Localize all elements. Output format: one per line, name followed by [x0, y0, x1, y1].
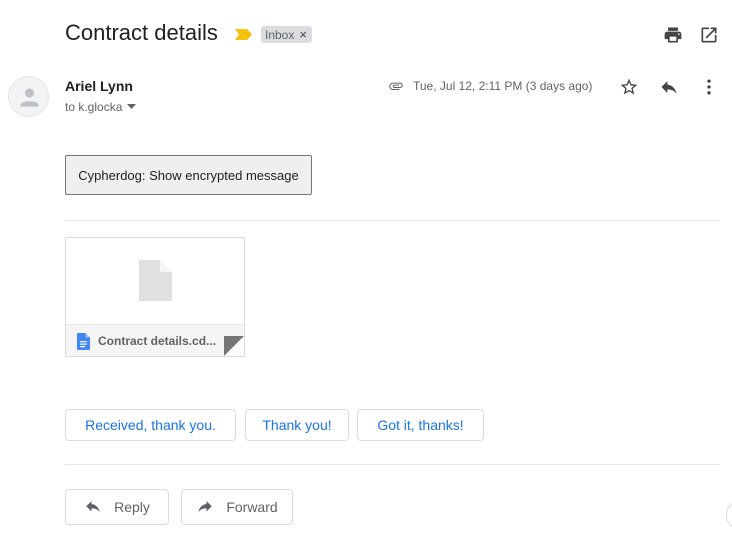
paperclip-icon	[389, 82, 403, 90]
email-date: Tue, Jul 12, 2:11 PM (3 days ago)	[413, 79, 593, 93]
smart-reply-got-it[interactable]: Got it, thanks!	[357, 409, 484, 441]
forward-button[interactable]: Forward	[181, 489, 293, 525]
open-in-new-window-icon	[701, 27, 717, 43]
importance-marker-icon[interactable]	[235, 29, 252, 40]
page-fold-icon	[224, 336, 244, 356]
star-icon	[620, 78, 638, 95]
attachment-file-name: Contract details.cd...	[98, 334, 217, 348]
recipient-line: to k.glocka	[65, 100, 137, 114]
label-chip-text: Inbox	[265, 27, 295, 42]
reply-icon	[661, 81, 677, 94]
show-encrypted-message-button[interactable]: Cypherdog: Show encrypted message	[65, 155, 312, 195]
open-in-new-window-button[interactable]	[697, 23, 721, 47]
reply-icon	[86, 501, 100, 513]
smart-reply-received[interactable]: Received, thank you.	[65, 409, 236, 441]
reply-icon-button[interactable]	[657, 75, 681, 99]
email-subject: Contract details	[65, 20, 218, 45]
forward-button-label: Forward	[226, 499, 278, 515]
reply-button[interactable]: Reply	[65, 489, 169, 525]
label-chip-inbox: Inbox ×	[261, 26, 312, 43]
more-options-button[interactable]	[697, 75, 721, 99]
attachment-card[interactable]: Contract details.cd...	[65, 237, 245, 357]
caret-down-icon[interactable]	[127, 104, 137, 110]
sender-name[interactable]: Ariel Lynn	[65, 78, 133, 94]
print-button[interactable]	[661, 23, 685, 47]
reply-button-label: Reply	[114, 499, 150, 515]
print-icon	[664, 27, 682, 43]
attachment-footer: Contract details.cd...	[66, 324, 244, 356]
avatar[interactable]	[8, 76, 49, 117]
divider	[65, 464, 720, 465]
doc-icon	[77, 333, 90, 350]
file-icon	[139, 260, 172, 301]
side-panel-toggle[interactable]	[726, 500, 732, 530]
smart-reply-thank-you[interactable]: Thank you!	[245, 409, 349, 441]
person-icon	[20, 88, 39, 107]
label-remove-button[interactable]: ×	[299, 28, 307, 41]
attachment-preview	[66, 238, 244, 324]
divider	[65, 220, 720, 221]
recipient-text: to k.glocka	[65, 100, 123, 114]
more-vert-icon	[707, 79, 711, 95]
star-button[interactable]	[617, 75, 641, 99]
forward-icon	[198, 501, 213, 513]
